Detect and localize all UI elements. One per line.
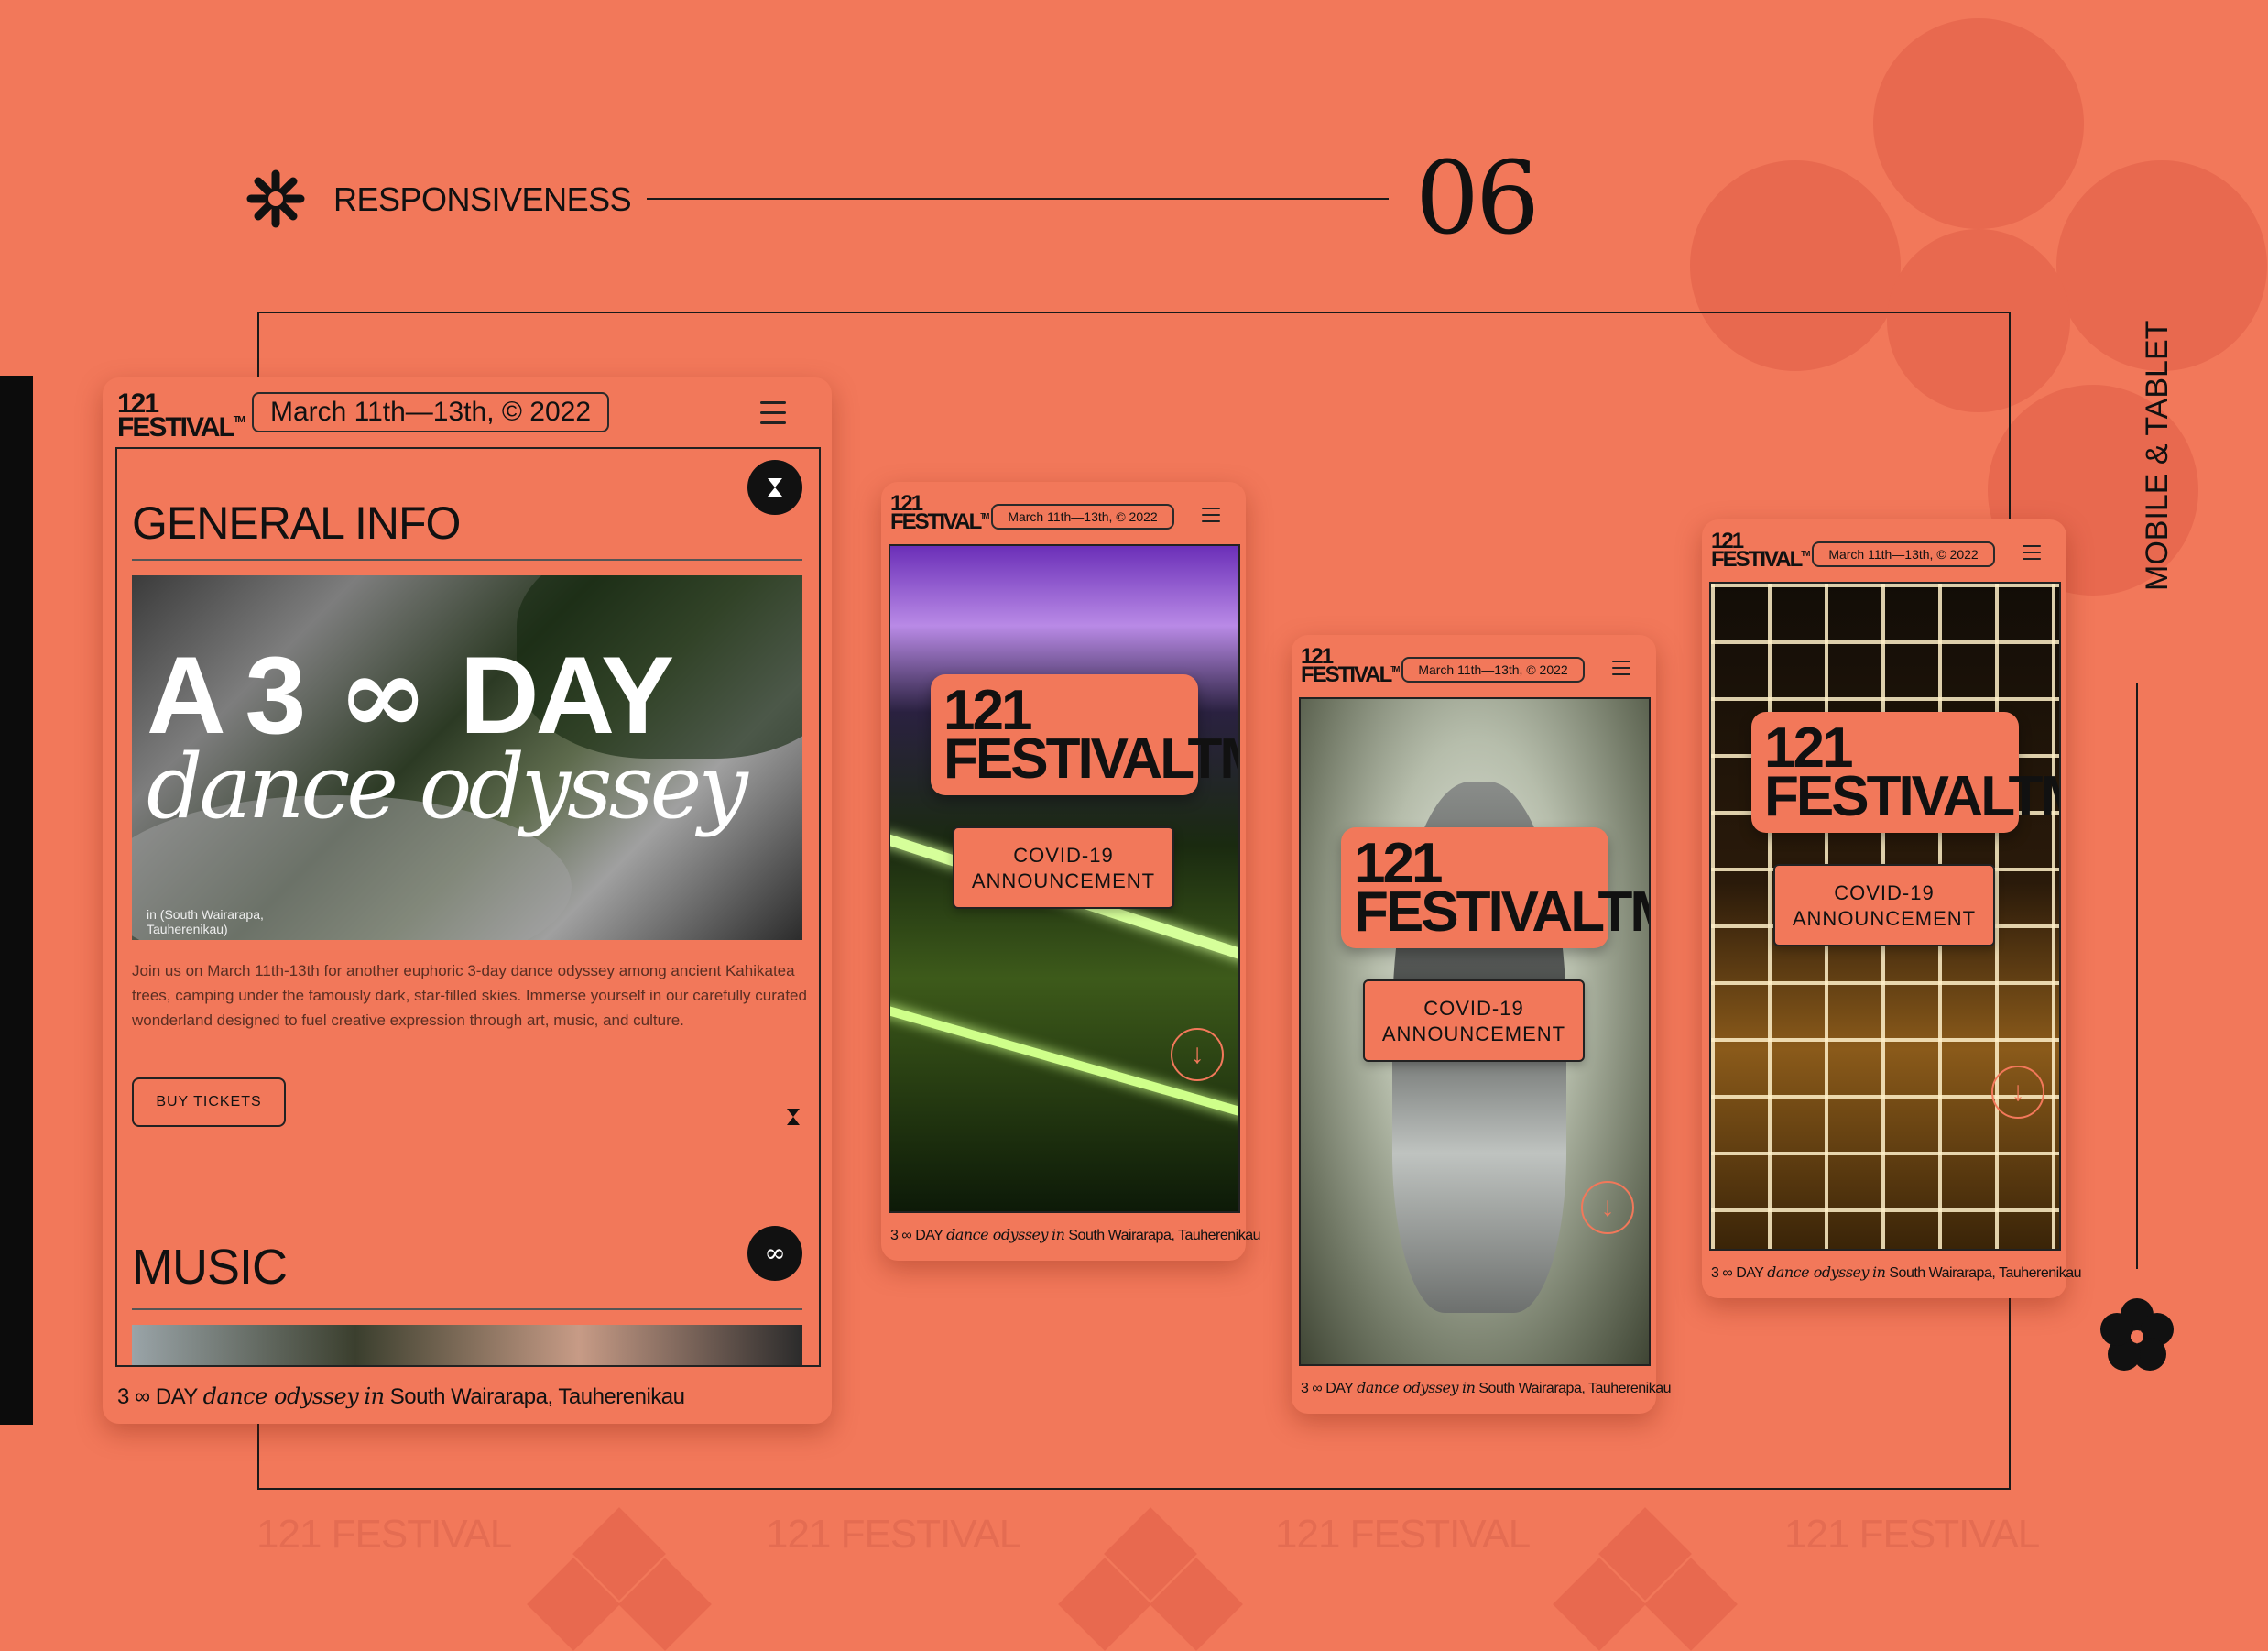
covid-announcement-button[interactable]: COVID-19 ANNOUNCEMENT	[1773, 864, 1995, 946]
event-description: Join us on March 11th-13th for another e…	[132, 962, 807, 1029]
hero-logo: 121 FESTIVALTM	[1751, 712, 2059, 833]
logo-bottom: FESTIVAL	[1301, 662, 1392, 688]
mobile-hero-screen: 121 FESTIVALTM COVID-19ANNOUNCEMENT ↓	[1299, 697, 1651, 1366]
side-label: MOBILE & TABLET	[2140, 320, 2175, 591]
tablet-mockup: 121 FESTIVALTM March 11th—13th, © 2022 G…	[103, 377, 832, 1424]
swirl-glyph: ∞	[135, 1384, 150, 1409]
date-pill: March 11th—13th, © 2022	[1812, 541, 1995, 567]
brand-logo[interactable]: 121 FESTIVALTM	[117, 390, 245, 441]
hamburger-menu-icon[interactable]	[760, 401, 786, 424]
hero-title-line2: dance odyssey	[147, 736, 748, 838]
scroll-down-arrow-icon[interactable]: ↓	[1171, 1028, 1224, 1081]
flower-icon	[2098, 1296, 2176, 1375]
music-heading: MUSIC	[132, 1240, 288, 1295]
location-footer: 3 ∞ DAY dance odyssey in South Wairarapa…	[117, 1383, 685, 1409]
scroll-down-arrow-icon[interactable]: ↓	[1991, 1066, 2044, 1119]
brand-logo[interactable]: 121 FESTIVALTM	[1711, 530, 1810, 573]
hamburger-menu-icon[interactable]	[1202, 508, 1220, 522]
logo-bottom: FESTIVAL	[1764, 764, 2011, 828]
logo-tm: TM	[233, 413, 245, 425]
hourglass-icon	[784, 1107, 802, 1127]
mobile-mockup-1: 121 FESTIVALTM March 11th—13th, © 2022 1…	[881, 482, 1261, 1261]
header-divider	[647, 198, 1389, 200]
logo-bottom: FESTIVAL	[1354, 880, 1600, 944]
side-divider	[2136, 683, 2138, 1269]
scroll-down-arrow-icon[interactable]: ↓	[1581, 1181, 1634, 1234]
location-footer: 3 ∞ DAY dance odyssey in South Wairarapa…	[1711, 1263, 2082, 1281]
mobile-mockup-3: 121 FESTIVALTM March 11th—13th, © 2022 1…	[1702, 519, 2082, 1298]
heading-divider	[132, 559, 802, 561]
watermark-text: 121 FESTIVAL	[1275, 1512, 1531, 1557]
date-pill: March 11th—13th, © 2022	[252, 392, 609, 432]
covid-announcement-button[interactable]: COVID-19 ANNOUNCEMENT	[953, 826, 1174, 909]
mobile-hero-screen: 121 FESTIVALTM COVID-19ANNOUNCEMENT ↓	[889, 544, 1240, 1213]
date-pill: March 11th—13th, © 2022	[1401, 657, 1585, 683]
logo-bottom: FESTIVAL	[117, 411, 235, 443]
logo-bottom: FESTIVAL	[1711, 547, 1803, 573]
heading-divider	[132, 1308, 802, 1310]
logo-tm: TM	[1801, 549, 1810, 559]
logo-tm: TM	[980, 511, 989, 521]
asterisk-icon	[245, 169, 306, 229]
mobile-hero-screen: 121 FESTIVALTM COVID-19ANNOUNCEMENT ↓	[1709, 582, 2061, 1251]
mobile-mockup-2: 121 FESTIVALTM March 11th—13th, © 2022 1…	[1292, 635, 1672, 1414]
watermark-text: 121 FESTIVAL	[1784, 1512, 2040, 1557]
hourglass-badge[interactable]	[747, 460, 802, 515]
date-pill: March 11th—13th, © 2022	[991, 504, 1174, 530]
music-image	[132, 1325, 802, 1365]
hamburger-menu-icon[interactable]	[2023, 545, 2041, 560]
location-footer: 3 ∞ DAY dance odyssey in South Wairarapa…	[890, 1226, 1261, 1243]
hamburger-menu-icon[interactable]	[1612, 661, 1630, 675]
brand-logo[interactable]: 121 FESTIVALTM	[890, 492, 989, 535]
logo-tm: TM	[1390, 664, 1400, 674]
logo-tm: TM	[1187, 727, 1238, 791]
section-title: RESPONSIVENESS	[333, 180, 632, 218]
music-badge[interactable]: ∞	[747, 1226, 802, 1281]
hero-logo: 121 FESTIVALTM	[931, 674, 1238, 795]
buy-tickets-button[interactable]: BUY TICKETS	[132, 1077, 286, 1127]
brand-logo[interactable]: 121 FESTIVALTM	[1301, 645, 1400, 688]
location-footer: 3 ∞ DAY dance odyssey in South Wairarapa…	[1301, 1379, 1672, 1396]
hero-caption: in (South Wairarapa, Tauherenikau)	[147, 907, 264, 936]
watermark-text: 121 FESTIVAL	[766, 1512, 1021, 1557]
section-number: 06	[1415, 139, 1540, 257]
logo-bottom: FESTIVAL	[943, 727, 1190, 791]
hero-image: A 3 ∞ DAY dance odyssey in (South Wairar…	[132, 575, 802, 940]
covid-announcement-button[interactable]: COVID-19 ANNOUNCEMENT	[1363, 979, 1585, 1062]
tablet-content-panel: GENERAL INFO A 3 ∞ DAY dance odyssey in …	[115, 447, 821, 1367]
logo-bottom: FESTIVAL	[890, 509, 982, 535]
logo-tm: TM	[2008, 764, 2059, 828]
general-info-heading: GENERAL INFO	[132, 497, 461, 549]
left-accent-bar	[0, 376, 33, 1425]
decor-petal	[1873, 18, 2084, 229]
watermark-text: 121 FESTIVAL	[256, 1512, 512, 1557]
hero-logo: 121 FESTIVALTM	[1341, 827, 1649, 948]
logo-tm: TM	[1597, 880, 1649, 944]
